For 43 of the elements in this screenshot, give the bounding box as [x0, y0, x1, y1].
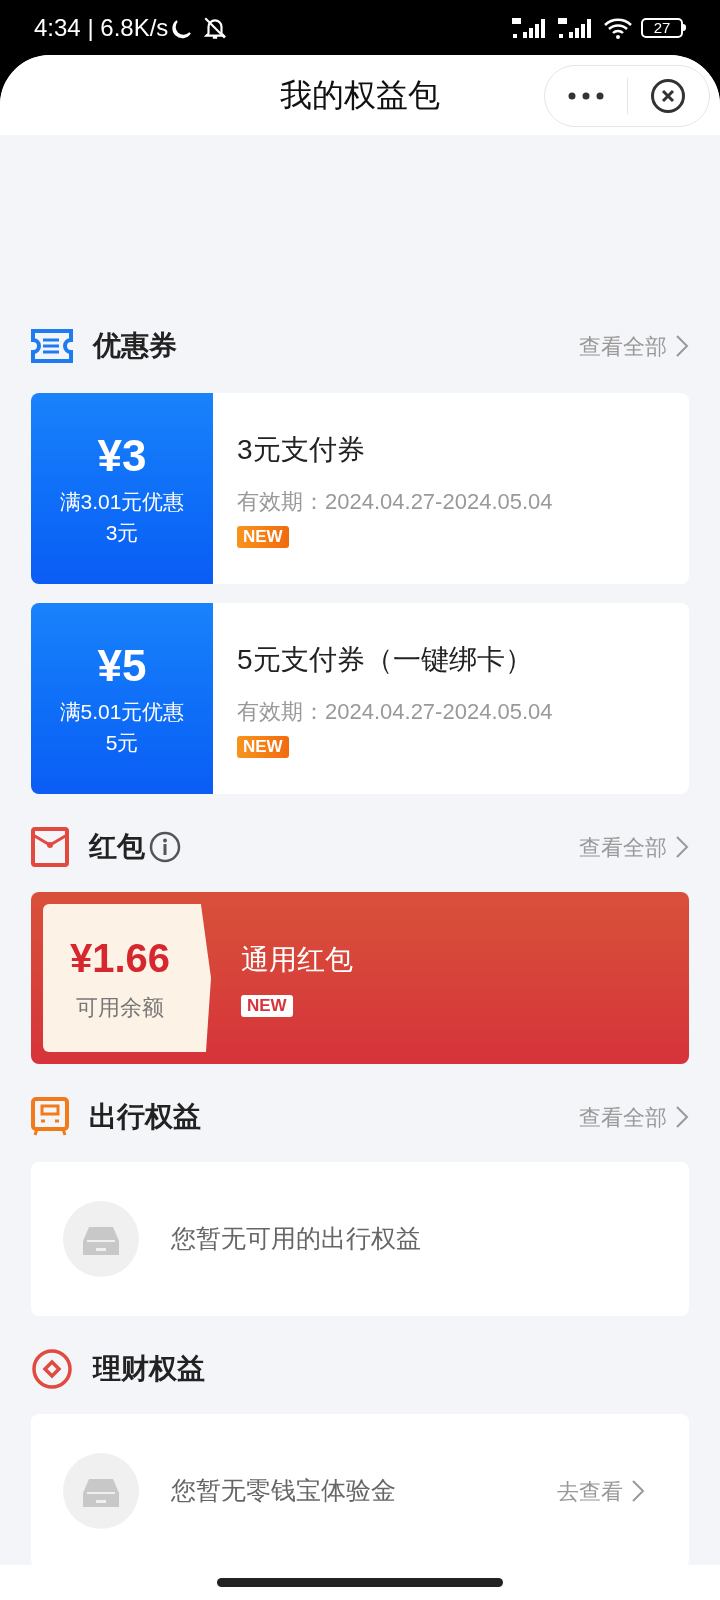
coupon-condition: 满5.01元优惠 5元	[59, 698, 185, 756]
empty-message: 您暂无零钱宝体验金	[171, 1475, 396, 1507]
section-title: 出行权益	[89, 1100, 201, 1134]
close-icon	[650, 78, 687, 114]
coupon-card[interactable]: 5元支付券（一键绑卡） 有效期：2024.04.27-2024.05.04 NEW	[213, 603, 689, 794]
chevron-icon	[631, 1479, 645, 1503]
view-all-link[interactable]: 查看全部	[579, 329, 689, 363]
envelope-icon	[31, 827, 69, 867]
bus-icon	[31, 1097, 69, 1137]
section-title: 理财权益	[93, 1352, 205, 1386]
coin-icon	[31, 1348, 73, 1390]
empty-message: 您暂无可用的出行权益	[171, 1223, 421, 1255]
view-link[interactable]: 去查看	[557, 1474, 645, 1508]
coupon-amount: ¥5	[97, 639, 147, 692]
view-all-link[interactable]: 查看全部	[579, 830, 689, 864]
coupon-name: 5元支付券（一键绑卡）	[237, 643, 534, 677]
section-title: 优惠券	[93, 329, 177, 363]
ticket-icon	[31, 329, 73, 363]
page-title: 我的权益包	[280, 76, 440, 115]
status-time: 4:34 | 6.8K/s	[34, 12, 169, 43]
coupon-name: 3元支付券	[237, 433, 366, 467]
coupon-validity: 有效期：2024.04.27-2024.05.04	[237, 698, 554, 726]
coupon-condition: 满3.01元优惠 3元	[59, 488, 185, 546]
info-icon	[149, 831, 181, 863]
packet-card[interactable]: ¥1.66 可用余额 通用红包 NEW	[31, 892, 689, 1064]
balance-caption: 可用余额	[76, 993, 164, 1022]
new-badge: NEW	[237, 526, 289, 548]
coupon-amount: ¥3	[97, 429, 147, 482]
balance-amount: ¥1.66	[69, 934, 171, 982]
inbox-icon	[63, 1453, 139, 1529]
coupon-validity: 有效期：2024.04.27-2024.05.04	[237, 488, 554, 516]
view-all-link[interactable]: 查看全部	[579, 1100, 689, 1134]
chevron-icon	[675, 334, 689, 358]
battery-icon: 27	[641, 17, 683, 38]
more-icon	[567, 92, 604, 100]
coupon-card[interactable]: 3元支付券 有效期：2024.04.27-2024.05.04 NEW	[213, 393, 689, 584]
chevron-icon	[675, 835, 689, 859]
new-badge: NEW	[241, 995, 293, 1017]
new-badge: NEW	[237, 736, 289, 758]
section-title: 红包	[89, 830, 145, 864]
packet-name: 通用红包	[241, 943, 353, 977]
chevron-icon	[675, 1105, 689, 1129]
inbox-icon	[63, 1201, 139, 1277]
